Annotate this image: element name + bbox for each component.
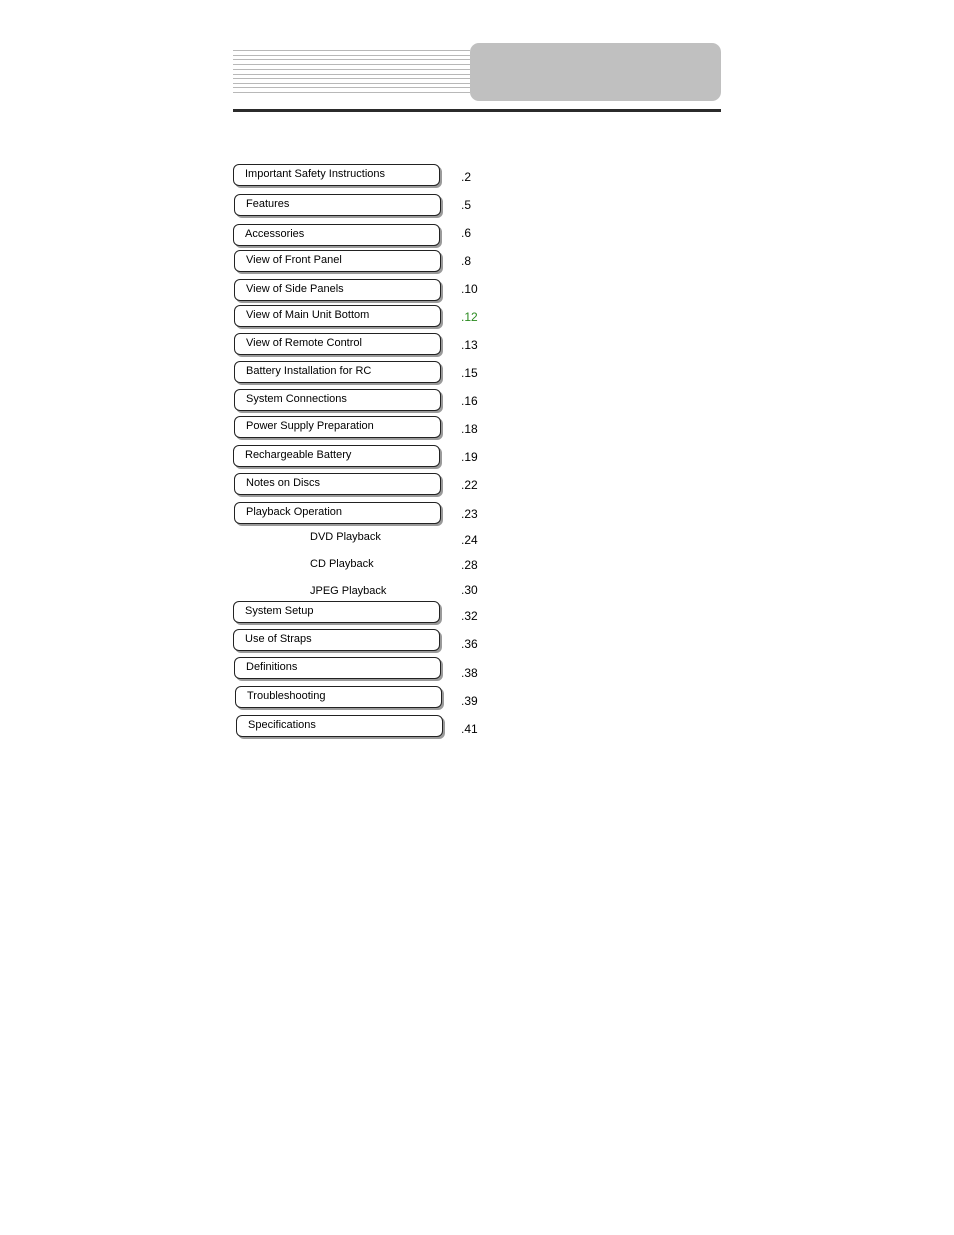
toc-entry-box[interactable]: Playback Operation [234, 502, 441, 524]
toc-entry-box[interactable]: View of Side Panels [234, 279, 441, 301]
toc-entry-box[interactable]: Definitions [234, 657, 441, 679]
toc-entry-label: Features [246, 198, 290, 210]
header-stripe-line [233, 83, 470, 84]
toc-page-leader[interactable]: .28 [461, 558, 683, 572]
header-stripe-line [233, 87, 470, 88]
toc-entry-box[interactable]: Battery Installation for RC [234, 361, 441, 383]
toc-page-number: 30 [464, 583, 478, 597]
toc-entry-box[interactable]: Use of Straps [233, 629, 440, 651]
toc-page-number: 6 [464, 226, 472, 240]
toc-page-leader[interactable]: .12 [461, 310, 683, 324]
toc-entry-label: System Connections [246, 393, 347, 405]
toc-subentry-label[interactable]: DVD Playback [310, 531, 381, 543]
toc-page-leader[interactable]: .16 [461, 394, 683, 408]
toc-page-number: 15 [464, 366, 478, 380]
toc-page-number: 36 [464, 637, 478, 651]
toc-entry-box[interactable]: Important Safety Instructions [233, 164, 440, 186]
toc-page-number: 22 [464, 478, 478, 492]
toc-entry-box[interactable]: View of Main Unit Bottom [234, 305, 441, 327]
header-stripe-line [233, 69, 470, 70]
header-stripe-line [233, 92, 470, 93]
toc-page-leader[interactable]: .2 [461, 170, 683, 184]
toc-page-number: 19 [464, 450, 478, 464]
toc-entry-label: Power Supply Preparation [246, 420, 374, 432]
toc-entry-label: View of Front Panel [246, 254, 342, 266]
header-stripes [233, 50, 470, 94]
toc-page-number: 18 [464, 422, 478, 436]
toc-page-number: 32 [464, 609, 478, 623]
header-stripe-line [233, 78, 470, 79]
toc-page-leader[interactable]: .5 [461, 198, 683, 212]
header-stripe-line [233, 64, 470, 65]
toc-entry-label: Accessories [245, 228, 305, 240]
toc-page-leader[interactable]: .15 [461, 366, 683, 380]
toc-page-number: 13 [464, 338, 478, 352]
toc-page-leader[interactable]: .24 [461, 533, 683, 547]
header-stripe-line [233, 74, 470, 75]
toc-page-number: 38 [464, 666, 478, 680]
toc-entry-box[interactable]: Rechargeable Battery [233, 445, 440, 467]
toc-page-number: 2 [464, 170, 472, 184]
toc-entry-label: Use of Straps [245, 633, 312, 645]
header-title-block [470, 43, 721, 101]
toc-page-number: 8 [464, 254, 472, 268]
toc-entry-label: Definitions [246, 661, 298, 673]
toc-page-leader[interactable]: .30 [461, 583, 683, 597]
toc-entry-label: Playback Operation [246, 506, 342, 518]
toc-page-leader[interactable]: .39 [461, 694, 683, 708]
toc-page-number: 41 [464, 722, 478, 736]
toc-entry-box[interactable]: Troubleshooting [235, 686, 442, 708]
toc-page-number: 24 [464, 533, 478, 547]
toc-entry-box[interactable]: Specifications [236, 715, 443, 737]
toc-page-leader[interactable]: .22 [461, 478, 683, 492]
toc-entry-box[interactable]: System Connections [234, 389, 441, 411]
toc-page-number: 23 [464, 507, 478, 521]
toc-page-leader[interactable]: .10 [461, 282, 683, 296]
toc-entry-label: Notes on Discs [246, 477, 320, 489]
header-stripe-line [233, 59, 470, 60]
toc-page-number: 16 [464, 394, 478, 408]
toc-entry-box[interactable]: View of Front Panel [234, 250, 441, 272]
toc-page-leader[interactable]: .13 [461, 338, 683, 352]
toc-subentry-label[interactable]: JPEG Playback [310, 585, 386, 597]
toc-page-number: 28 [464, 558, 478, 572]
toc-entry-box[interactable]: Notes on Discs [234, 473, 441, 495]
header-stripe-line [233, 55, 470, 56]
toc-entry-label: Rechargeable Battery [245, 449, 352, 461]
toc-page-leader[interactable]: .41 [461, 722, 683, 736]
toc-page-leader[interactable]: .38 [461, 666, 683, 680]
toc-entry-box[interactable]: Power Supply Preparation [234, 416, 441, 438]
header-divider [233, 109, 721, 112]
toc-entry-label: Troubleshooting [247, 690, 326, 702]
toc-page-number: 39 [464, 694, 478, 708]
toc-page-leader[interactable]: .19 [461, 450, 683, 464]
toc-entry-label: View of Remote Control [246, 337, 362, 349]
toc-entry-label: Battery Installation for RC [246, 365, 372, 377]
toc-entry-label: Important Safety Instructions [245, 168, 386, 180]
toc-subentry-label[interactable]: CD Playback [310, 558, 374, 570]
toc-page-leader[interactable]: .32 [461, 609, 683, 623]
toc-page-leader[interactable]: .8 [461, 254, 683, 268]
toc-page-leader[interactable]: .23 [461, 507, 683, 521]
toc-entry-label: System Setup [245, 605, 314, 617]
toc-page-leader[interactable]: .18 [461, 422, 683, 436]
toc-page-number: 12 [464, 310, 478, 324]
toc-entry-box[interactable]: Accessories [233, 224, 440, 246]
toc-entry-box[interactable]: Features [234, 194, 441, 216]
header-stripe-line [233, 50, 470, 51]
toc-page-leader[interactable]: .6 [461, 226, 683, 240]
toc-page-leader[interactable]: .36 [461, 637, 683, 651]
toc-entry-box[interactable]: View of Remote Control [234, 333, 441, 355]
toc-page-number: 10 [464, 282, 478, 296]
toc-page-number: 5 [464, 198, 472, 212]
toc-entry-label: Specifications [248, 719, 316, 731]
toc-entry-box[interactable]: System Setup [233, 601, 440, 623]
toc-entry-label: View of Side Panels [246, 283, 344, 295]
toc-entry-label: View of Main Unit Bottom [246, 309, 370, 321]
